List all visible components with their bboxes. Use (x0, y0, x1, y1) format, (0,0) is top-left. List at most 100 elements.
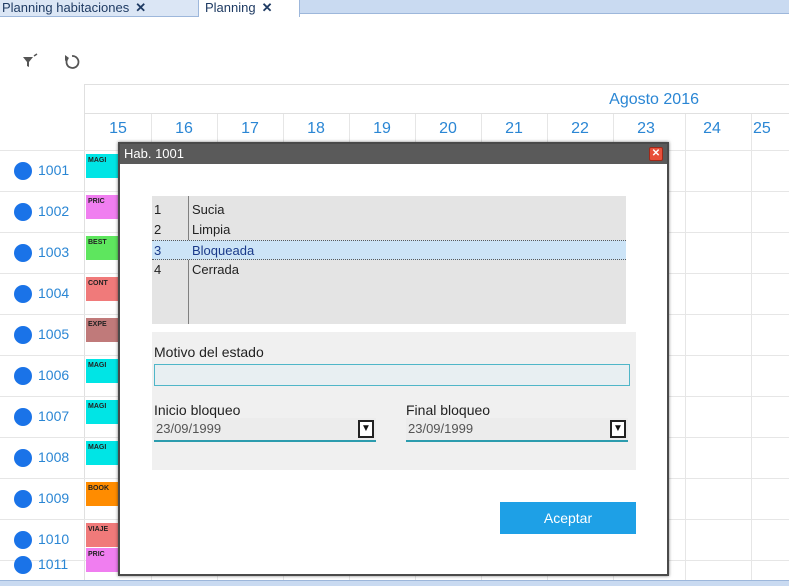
room-status-icon (14, 203, 32, 222)
chevron-down-icon[interactable]: ▼ (358, 420, 374, 438)
app-window: Planning habitaciones ✕ Planning ✕ Agosto … (0, 0, 789, 586)
status-list[interactable]: 1 Sucia 2 Limpia 3 Bloqueada 4 Cerrada (152, 196, 626, 324)
booking-chip[interactable]: MAGI (86, 359, 120, 383)
room-status-icon (14, 367, 32, 386)
tab-planning-habitaciones[interactable]: Planning habitaciones ✕ (0, 0, 198, 17)
list-item[interactable]: 2 Limpia (152, 220, 626, 240)
status-label: Cerrada (192, 262, 239, 277)
tab-label: Planning habitaciones (2, 0, 130, 15)
status-id: 2 (154, 222, 162, 237)
month-header: Agosto 2016 (85, 84, 789, 114)
room-row-1001[interactable]: 1001 (14, 160, 70, 181)
room-number: 1001 (38, 162, 70, 178)
day-header: 21 (505, 120, 523, 137)
filter-button[interactable] (20, 52, 40, 72)
bottom-scrollbar[interactable] (0, 580, 789, 586)
room-status-icon (14, 285, 32, 304)
booking-chip[interactable]: PRIC (86, 548, 120, 572)
booking-chip[interactable]: EXPE (86, 318, 120, 342)
day-header: 20 (439, 120, 457, 137)
dialog-titlebar[interactable]: Hab. 1001 ✕ (120, 144, 667, 164)
grid-line (751, 114, 752, 582)
room-number: 1003 (38, 244, 70, 260)
tab-label: Planning (205, 0, 256, 15)
room-number: 1011 (38, 556, 69, 572)
tab-strip-fill (300, 0, 789, 14)
room-number: 1009 (38, 490, 70, 506)
room-row-1009[interactable]: 1009 (14, 488, 70, 509)
room-row-1002[interactable]: 1002 (14, 201, 70, 222)
room-row-1008[interactable]: 1008 (14, 447, 70, 468)
day-header: 16 (175, 120, 193, 137)
room-row-1005[interactable]: 1005 (14, 324, 70, 345)
room-number: 1010 (38, 531, 70, 547)
day-header: 17 (241, 120, 259, 137)
day-header: 22 (571, 120, 589, 137)
grid-line (685, 114, 686, 582)
room-column-separator (84, 84, 85, 586)
close-icon[interactable]: ✕ (135, 0, 146, 15)
room-number: 1002 (38, 203, 70, 219)
booking-chip[interactable]: PRIC (86, 195, 120, 219)
status-label: Sucia (192, 202, 225, 217)
day-header: 24 (703, 120, 721, 137)
close-icon[interactable]: ✕ (262, 0, 273, 15)
inicio-label: Inicio bloqueo (154, 402, 241, 418)
dialog-title: Hab. 1001 (124, 146, 184, 161)
list-item[interactable]: 1 Sucia (152, 200, 626, 220)
status-label: Limpia (192, 222, 231, 237)
booking-chip[interactable]: BEST (86, 236, 120, 260)
day-header: 18 (307, 120, 325, 137)
chevron-down-icon[interactable]: ▼ (610, 420, 626, 438)
room-number: 1007 (38, 408, 70, 424)
status-label: Bloqueada (192, 243, 255, 258)
room-status-icon (14, 326, 32, 345)
room-status-icon (14, 408, 32, 427)
room-status-dialog: Hab. 1001 ✕ 1 Sucia 2 Limpia 3 Bloqueada… (118, 142, 669, 576)
tab-strip: Planning habitaciones ✕ Planning ✕ (0, 0, 789, 18)
room-row-1004[interactable]: 1004 (14, 283, 70, 304)
room-row-1006[interactable]: 1006 (14, 365, 70, 386)
filter-icon (23, 53, 38, 67)
tab-planning[interactable]: Planning ✕ (198, 0, 300, 17)
month-label: Agosto 2016 (609, 91, 699, 108)
room-status-icon (14, 162, 32, 181)
final-date-value: 23/09/1999 (408, 421, 474, 436)
accept-button[interactable]: Aceptar (500, 502, 636, 534)
toolbar (0, 18, 789, 84)
status-id: 1 (154, 202, 162, 217)
room-row-1003[interactable]: 1003 (14, 242, 70, 263)
final-date-picker[interactable]: 23/09/1999 ▼ (406, 418, 628, 442)
room-number: 1006 (38, 367, 70, 383)
room-status-icon (14, 556, 32, 575)
room-row-1010[interactable]: 1010 (14, 529, 70, 550)
booking-chip[interactable]: MAGI (86, 154, 120, 178)
booking-chip[interactable]: MAGI (86, 400, 120, 424)
status-id: 4 (154, 262, 162, 277)
room-row-1011[interactable]: 1011 (14, 554, 69, 575)
refresh-button[interactable] (62, 52, 82, 72)
room-row-1007[interactable]: 1007 (14, 406, 70, 427)
room-status-icon (14, 244, 32, 263)
list-item-selected[interactable]: 3 Bloqueada (152, 240, 626, 260)
room-number: 1004 (38, 285, 70, 301)
refresh-icon (65, 55, 80, 69)
close-icon[interactable]: ✕ (649, 147, 663, 161)
day-header: 19 (373, 120, 391, 137)
day-header: 15 (109, 120, 127, 137)
booking-chip[interactable]: VIAJE (86, 523, 120, 547)
inicio-date-value: 23/09/1999 (156, 421, 222, 436)
room-status-icon (14, 490, 32, 509)
inicio-date-picker[interactable]: 23/09/1999 ▼ (154, 418, 376, 442)
booking-chip[interactable]: CONT (86, 277, 120, 301)
room-status-icon (14, 531, 32, 550)
list-item[interactable]: 4 Cerrada (152, 260, 626, 280)
room-number: 1008 (38, 449, 70, 465)
day-header: 23 (637, 120, 655, 137)
room-status-icon (14, 449, 32, 468)
motivo-field[interactable] (154, 364, 630, 386)
room-number: 1005 (38, 326, 70, 342)
booking-chip[interactable]: MAGI (86, 441, 120, 465)
booking-chip[interactable]: BOOK (86, 482, 120, 506)
final-label: Final bloqueo (406, 402, 491, 418)
